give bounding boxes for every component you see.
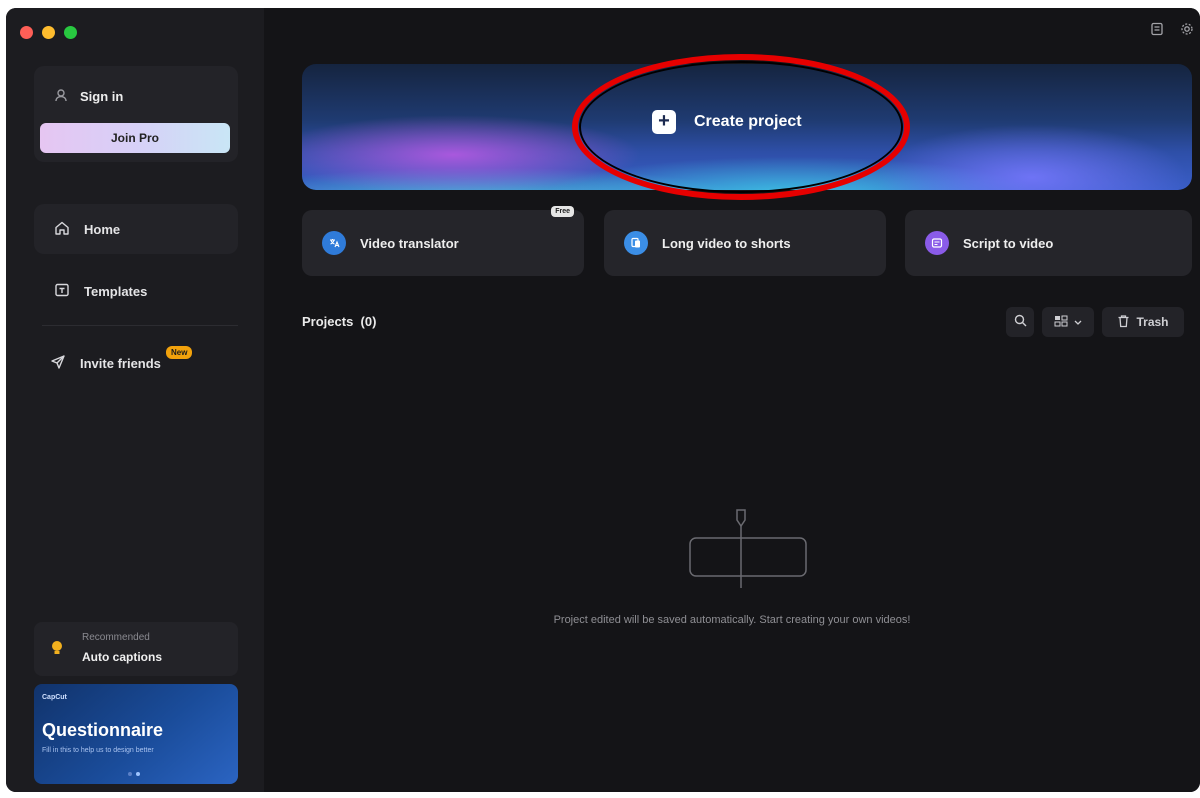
trash-button[interactable]: Trash [1102,307,1184,337]
highlight-ellipse-outline [579,61,903,193]
projects-heading: Projects (0) [302,314,376,329]
send-icon [50,354,66,373]
feature-label: Long video to shorts [662,235,791,251]
maximize-window-button[interactable] [64,26,77,39]
carousel-dot[interactable] [128,772,132,776]
sidebar-item-home[interactable]: Home [34,204,238,254]
empty-projects-illustration [689,508,809,588]
new-badge: New [166,346,193,359]
search-button[interactable] [1006,307,1034,337]
feature-label: Script to video [963,235,1054,251]
script-icon [925,231,949,255]
empty-projects-message: Project edited will be saved automatical… [553,614,911,626]
highlight-ellipse [572,54,910,200]
sidebar-item-label: Templates [84,283,148,299]
carousel-dots[interactable] [128,772,140,776]
templates-icon [54,282,70,301]
translate-icon [322,231,346,255]
sign-in-button[interactable]: Sign in [54,88,123,105]
settings-gear-icon[interactable] [1180,22,1194,39]
feature-label: Video translator [360,235,459,251]
sidebar-item-label: Invite friends [80,355,161,371]
lightbulb-icon [50,640,68,658]
minimize-window-button[interactable] [42,26,55,39]
sidebar-item-label: Home [84,221,121,237]
window-controls [20,26,77,39]
home-icon [54,220,70,239]
video-translator-button[interactable]: Video translator Free [302,206,584,276]
script-to-video-button[interactable]: Script to video [905,210,1192,276]
close-window-button[interactable] [20,26,33,39]
projects-count: (0) [360,314,377,329]
account-card: Sign in Join Pro [34,66,238,162]
capcut-logo: CapCut [42,694,67,701]
grid-view-icon [1054,315,1068,330]
sidebar: Sign in Join Pro Home Templates Invite f… [6,8,264,792]
questionnaire-title: Questionnaire [42,720,164,740]
recommended-caption: Recommended [82,632,150,643]
feedback-icon[interactable] [1150,22,1164,39]
trash-label: Trash [1136,315,1169,329]
trash-icon [1117,314,1130,331]
projects-label: Projects [302,314,354,329]
questionnaire-subtitle: Fill in this to help us to design better [42,747,154,754]
sidebar-item-invite-friends[interactable]: Invite friends New [34,338,238,388]
sidebar-divider [42,325,238,326]
recommended-title: Auto captions [82,650,162,664]
projects-toolbar: Trash [1006,307,1184,337]
sidebar-item-templates[interactable]: Templates [34,266,238,316]
app-window: Sign in Join Pro Home Templates Invite f… [6,8,1200,792]
carousel-dot[interactable] [136,772,140,776]
join-pro-button[interactable]: Join Pro [40,123,230,153]
search-icon [1014,314,1027,330]
view-mode-dropdown[interactable] [1042,307,1094,337]
top-toolbar [1150,22,1194,39]
chevron-down-icon [1074,315,1082,329]
user-icon [54,88,68,105]
recommended-card[interactable]: Recommended Auto captions [34,622,238,676]
sign-in-label: Sign in [80,89,124,104]
shorts-icon [624,231,648,255]
long-video-to-shorts-button[interactable]: Long video to shorts [604,210,886,276]
questionnaire-banner[interactable]: CapCut Questionnaire Fill in this to hel… [34,684,238,784]
free-badge: Free [551,206,574,217]
